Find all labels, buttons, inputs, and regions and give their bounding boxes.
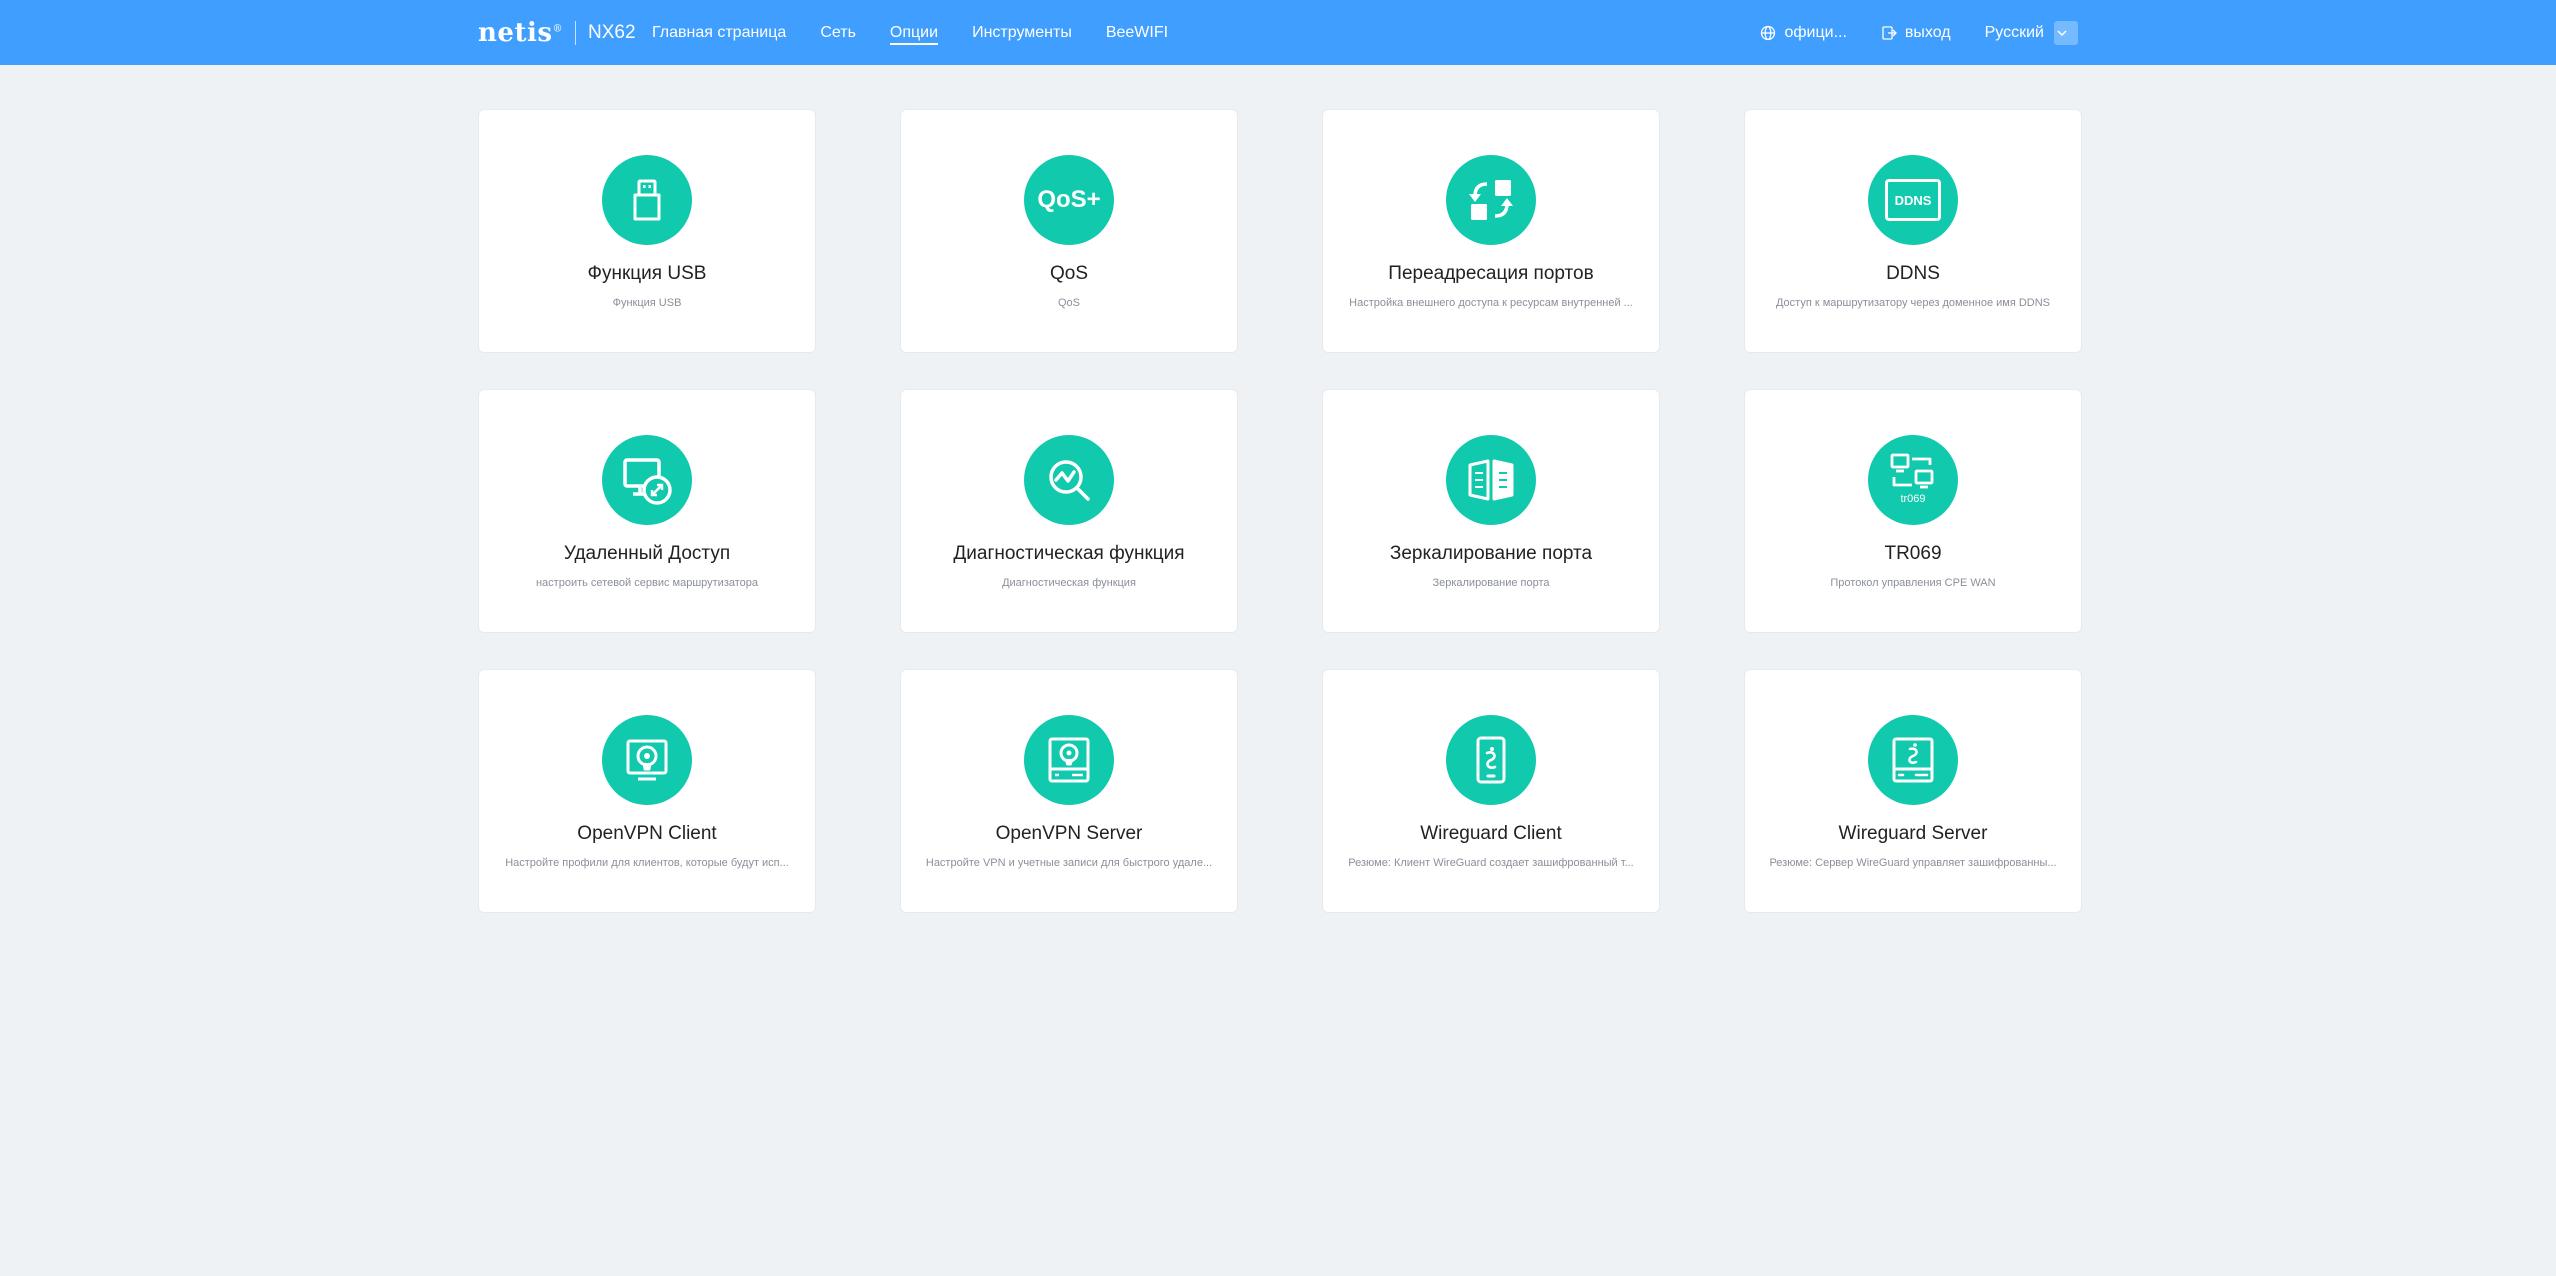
card-description: Функция USB: [612, 297, 682, 309]
card-title: Диагностическая функция: [953, 543, 1185, 564]
openvpn-server-icon: [1024, 715, 1114, 805]
card-description: Протокол управления CPE WAN: [1830, 577, 1996, 589]
card-tr069[interactable]: tr069 TR069 Протокол управления CPE WAN: [1744, 389, 2082, 633]
card-description: настроить сетевой сервис маршрутизатора: [535, 577, 759, 589]
card-description: Резюме: Сервер WireGuard управляет зашиф…: [1769, 857, 2057, 869]
card-description: QoS: [1057, 297, 1080, 309]
card-usb[interactable]: Функция USB Функция USB: [478, 109, 816, 353]
netis-logo: netis®: [478, 17, 563, 48]
brand: netis® NX62: [478, 0, 636, 65]
remote-access-icon: [602, 435, 692, 525]
header-actions: офици... выход Русский: [1726, 0, 2078, 65]
nav-home[interactable]: Главная страница: [652, 0, 786, 65]
card-ddns[interactable]: DDNS DDNS Доступ к маршрутизатору через …: [1744, 109, 2082, 353]
official-site-link[interactable]: офици...: [1760, 23, 1847, 42]
logout-button[interactable]: выход: [1881, 24, 1951, 42]
tr069-icon: tr069: [1868, 435, 1958, 525]
card-title: TR069: [1884, 543, 1942, 564]
top-navigation-bar: netis® NX62 Главная страница Сеть Опции …: [0, 0, 2556, 65]
ddns-icon-text: DDNS: [1894, 192, 1932, 208]
globe-icon: [1761, 25, 1776, 40]
language-label: Русский: [1984, 23, 2044, 41]
nav-options[interactable]: Опции: [889, 0, 939, 65]
ddns-icon-frame: DDNS: [1885, 179, 1941, 221]
nav-network[interactable]: Сеть: [820, 0, 856, 65]
card-description: Резюме: Клиент WireGuard создает зашифро…: [1348, 857, 1634, 869]
port-mirroring-icon: [1446, 435, 1536, 525]
card-description: Диагностическая функция: [1002, 577, 1136, 589]
card-diagnostics[interactable]: Диагностическая функция Диагностическая …: [900, 389, 1238, 633]
chevron-down-icon[interactable]: [2054, 20, 2078, 45]
model-name: NX62: [587, 21, 636, 43]
tr069-icon-text: tr069: [1900, 493, 1926, 505]
official-site-label: офици...: [1784, 23, 1847, 41]
qos-icon: QoS+: [1024, 155, 1114, 245]
logout-label: выход: [1904, 23, 1951, 41]
brand-divider: [574, 20, 576, 45]
nav-tools[interactable]: Инструменты: [972, 0, 1072, 65]
nav-beewifi[interactable]: BeeWIFI: [1106, 0, 1168, 65]
logout-icon: [1882, 25, 1897, 40]
wireguard-client-icon: [1446, 715, 1536, 805]
port-forwarding-icon: [1446, 155, 1536, 245]
card-qos[interactable]: QoS+ QoS QoS: [900, 109, 1238, 353]
card-description: Зеркалирование порта: [1432, 577, 1550, 589]
card-description: Настройка внешнего доступа к ресурсам вн…: [1349, 297, 1633, 309]
card-port-forwarding[interactable]: Переадресация портов Настройка внешнего …: [1322, 109, 1660, 353]
wireguard-server-icon: [1868, 715, 1958, 805]
card-title: Функция USB: [587, 263, 707, 284]
main-nav: Главная страница Сеть Опции Инструменты …: [652, 0, 1202, 65]
card-description: Настройте VPN и учетные записи для быстр…: [925, 857, 1213, 869]
usb-icon: [602, 155, 692, 245]
card-description: Доступ к маршрутизатору через доменное и…: [1775, 297, 2051, 309]
language-select[interactable]: Русский: [1984, 20, 2078, 45]
card-title: Wireguard Server: [1838, 823, 1988, 844]
card-remote-access[interactable]: Удаленный Доступ настроить сетевой серви…: [478, 389, 816, 633]
card-title: DDNS: [1886, 263, 1940, 284]
ddns-icon: DDNS: [1868, 155, 1958, 245]
openvpn-client-icon: [602, 715, 692, 805]
card-openvpn-server[interactable]: OpenVPN Server Настройте VPN и учетные з…: [900, 669, 1238, 913]
card-title: OpenVPN Server: [995, 823, 1143, 844]
card-description: Настройте профили для клиентов, которые …: [505, 857, 789, 869]
card-wireguard-client[interactable]: Wireguard Client Резюме: Клиент WireGuar…: [1322, 669, 1660, 913]
card-title: Wireguard Client: [1420, 823, 1562, 844]
card-title: Удаленный Доступ: [563, 543, 731, 564]
card-port-mirroring[interactable]: Зеркалирование порта Зеркалирование порт…: [1322, 389, 1660, 633]
qos-icon-text: QoS+: [1037, 186, 1101, 213]
card-title: OpenVPN Client: [577, 823, 717, 844]
diagnostics-icon: [1024, 435, 1114, 525]
card-wireguard-server[interactable]: Wireguard Server Резюме: Сервер WireGuar…: [1744, 669, 2082, 913]
card-title: Переадресация портов: [1388, 263, 1594, 284]
features-grid: Функция USB Функция USB QoS+ QoS QoS Пер…: [478, 109, 2082, 913]
card-openvpn-client[interactable]: OpenVPN Client Настройте профили для кли…: [478, 669, 816, 913]
card-title: QoS: [1049, 263, 1089, 284]
card-title: Зеркалирование порта: [1389, 543, 1593, 564]
